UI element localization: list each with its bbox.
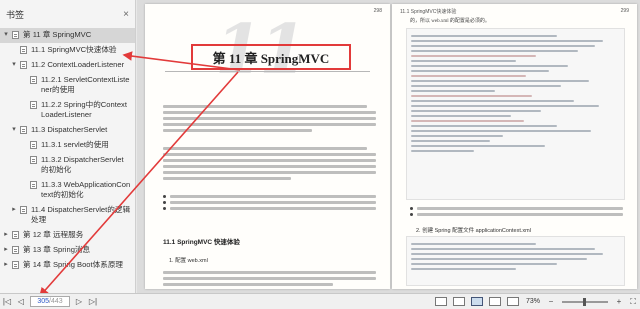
chapter-divider — [165, 71, 370, 72]
bookmark-item[interactable]: 11.3.2 DispatcherServlet的初始化 — [0, 153, 135, 178]
bookmark-label: 第 11 章 SpringMVC — [23, 30, 92, 39]
expand-toggle-icon[interactable]: ▾ — [8, 60, 20, 70]
first-page-icon[interactable]: |◁ — [0, 295, 14, 309]
running-header: 11.1 SpringMVC快速体验 — [400, 9, 457, 15]
total-pages: /443 — [49, 298, 63, 305]
bottom-toolbar: |◁ ◁ 305 /443 ▷ ▷| 73% − + ⛶ — [0, 293, 640, 309]
bookmark-label: 11.2.2 Spring中的ContextLoaderListener — [41, 100, 127, 119]
zoom-out-icon[interactable]: − — [544, 295, 558, 309]
close-icon[interactable]: × — [123, 9, 129, 20]
bookmark-item[interactable]: 11.1 SpringMVC快速体验 — [0, 43, 135, 58]
zoom-slider[interactable] — [562, 297, 608, 306]
bookmark-icon — [12, 261, 19, 269]
last-page-icon[interactable]: ▷| — [86, 295, 100, 309]
bookmarks-sidebar: 书签 × ▾ 第 11 章 SpringMVC 11.1 SpringMVC快速体验… — [0, 0, 136, 293]
chapter-title: 第 11 章 SpringMVC — [191, 44, 351, 70]
expand-toggle-icon[interactable]: ▸ — [0, 260, 12, 270]
page-number-field[interactable]: 305 /443 — [30, 296, 70, 307]
bookmark-icon — [30, 76, 37, 84]
bookmark-icon — [20, 126, 27, 134]
bookmark-icon — [20, 46, 27, 54]
bookmark-label: 11.2.1 ServletContextListener的使用 — [41, 75, 130, 94]
sidebar-header: 书签 × — [0, 0, 135, 28]
bookmark-item[interactable]: 11.3.1 servlet的使用 — [0, 138, 135, 153]
page-number: 299 — [620, 8, 629, 14]
expand-toggle-icon[interactable]: ▾ — [8, 125, 20, 135]
page-right: 11.1 SpringMVC快速体验 299 的，所以 web.xml 的配置是… — [392, 4, 637, 289]
bookmark-label: 11.3.1 servlet的使用 — [41, 140, 109, 149]
bookmark-icon — [12, 246, 19, 254]
book-view-icon[interactable] — [488, 297, 501, 306]
body-paragraph — [163, 144, 376, 183]
bookmark-item[interactable]: ▾ 第 11 章 SpringMVC — [0, 28, 135, 43]
expand-toggle-icon[interactable]: ▸ — [8, 205, 20, 215]
bookmark-icon — [30, 101, 37, 109]
bookmark-icon — [30, 181, 37, 189]
two-page-view-icon[interactable] — [470, 297, 483, 306]
sub-title: 1. 配置 web.xml — [169, 258, 208, 264]
page-left: 298 11 第 11 章 SpringMVC 11.1 SpringMVC 快… — [145, 4, 390, 289]
bookmark-item[interactable]: ▾ 11.3 DispatcherServlet — [0, 123, 135, 138]
bookmark-icon — [12, 231, 19, 239]
bookmark-label: 11.2 ContextLoaderListener — [31, 60, 125, 69]
bookmark-label: 第 14 章 Spring Boot体系原理 — [23, 260, 124, 269]
sidebar-title: 书签 — [6, 9, 25, 20]
bookmark-label: 11.3.3 WebApplicationContext的初始化 — [41, 180, 131, 199]
continuous-view-icon[interactable] — [452, 297, 465, 306]
bookmark-item[interactable]: 11.2.2 Spring中的ContextLoaderListener — [0, 98, 135, 123]
prev-page-icon[interactable]: ◁ — [14, 295, 28, 309]
bullet-list — [163, 192, 376, 213]
bookmark-icon — [30, 156, 37, 164]
fit-width-icon[interactable] — [506, 297, 519, 306]
bookmark-icon — [12, 31, 19, 39]
note-list — [410, 204, 623, 219]
bookmark-label: 11.4 DispatcherServlet的逻辑处理 — [31, 205, 131, 224]
zoom-in-icon[interactable]: + — [612, 295, 626, 309]
fullscreen-icon[interactable]: ⛶ — [626, 295, 640, 309]
document-viewer[interactable]: 298 11 第 11 章 SpringMVC 11.1 SpringMVC 快… — [137, 0, 640, 293]
code-block — [406, 28, 625, 200]
code-block-2 — [406, 236, 625, 286]
bookmark-label: 11.3 DispatcherServlet — [31, 125, 108, 134]
zoom-level: 73% — [525, 298, 540, 305]
single-page-view-icon[interactable] — [434, 297, 447, 306]
bookmark-icon — [20, 61, 27, 69]
bookmark-icon — [30, 141, 37, 149]
expand-toggle-icon[interactable]: ▾ — [0, 30, 12, 40]
bookmark-item[interactable]: ▸ 第 14 章 Spring Boot体系原理 — [0, 258, 135, 273]
intro-text: 的，所以 web.xml 的配置是必须的。 — [410, 19, 490, 24]
bookmark-item[interactable]: ▸ 11.4 DispatcherServlet的逻辑处理 — [0, 203, 135, 228]
sub-title: 2. 创建 Spring 配置文件 applicationContext.xml — [416, 228, 531, 234]
bookmark-item[interactable]: ▾ 11.2 ContextLoaderListener — [0, 58, 135, 73]
expand-toggle-icon[interactable]: ▸ — [0, 245, 12, 255]
bookmark-label: 第 13 章 Spring消息 — [23, 245, 91, 254]
page-number: 298 — [373, 8, 382, 14]
next-page-icon[interactable]: ▷ — [72, 295, 86, 309]
bookmark-item[interactable]: 11.3.3 WebApplicationContext的初始化 — [0, 178, 135, 203]
bookmark-icon — [20, 206, 27, 214]
bookmark-label: 11.1 SpringMVC快速体验 — [31, 45, 117, 54]
expand-toggle-icon[interactable]: ▸ — [0, 230, 12, 240]
current-page: 305 — [37, 298, 50, 305]
zoom-slider-thumb[interactable] — [582, 297, 586, 306]
intro-paragraph — [163, 102, 376, 135]
bookmark-item[interactable]: 11.2.1 ServletContextListener的使用 — [0, 73, 135, 98]
bookmark-label: 11.3.2 DispatcherServlet的初始化 — [41, 155, 124, 174]
config-paragraph — [163, 268, 376, 289]
bookmark-item[interactable]: ▸ 第 12 章 远程服务 — [0, 228, 135, 243]
bookmark-list: ▾ 第 11 章 SpringMVC 11.1 SpringMVC快速体验 ▾ 11.2… — [0, 28, 135, 273]
bookmark-item[interactable]: ▸ 第 13 章 Spring消息 — [0, 243, 135, 258]
bookmark-label: 第 12 章 远程服务 — [23, 230, 84, 239]
section-title: 11.1 SpringMVC 快速体验 — [163, 239, 240, 246]
